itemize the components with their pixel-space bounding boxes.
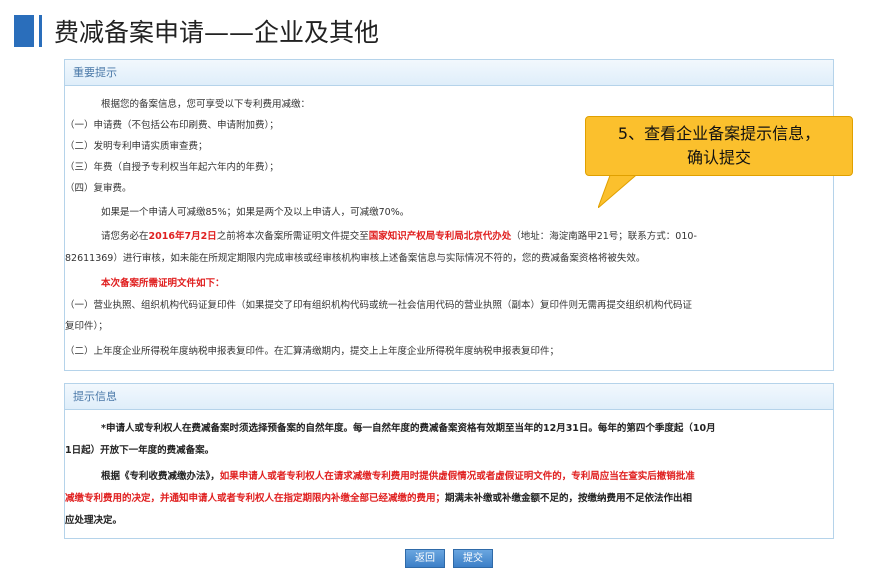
deadline-line: 请您务必在2016年7月2日之前将本次备案所需证明文件提交至国家知识产权局专利局…: [65, 228, 697, 242]
deadline-prefix: 请您务必在: [101, 231, 149, 242]
info-p2-c: 应处理决定。: [65, 515, 123, 526]
notice-line: （一）申请费（不包括公布印刷费、申请附加费）；: [65, 120, 279, 131]
deadline-date: 2016年7月2日: [148, 231, 217, 242]
deadline-suffix: （地址：海淀南路甲21号；联系方式：010-: [511, 231, 697, 242]
callout-line-1: 5、查看企业备案提示信息，: [617, 124, 821, 143]
info-p1-b: 1日起）开放下一年度的费减备案。: [65, 445, 215, 456]
info-panel-header: 提示信息: [65, 384, 833, 410]
title-accent-block: [14, 15, 34, 47]
notice-line: 如果是一个申请人可减缴85%；如果是两个及以上申请人，可减缴70%。: [101, 207, 410, 218]
info-p2-b: 减缴专利费用的决定，并通知申请人或者专利权人在指定期限内补缴全部已经减缴的费用；…: [65, 490, 692, 504]
notice-line: 根据您的备案信息，您可享受以下专利费用减缴：: [101, 99, 311, 110]
doc-item-1: （一）营业执照、组织机构代码证复印件（如果提交了印有组织机构代码或统一社会信用代…: [65, 300, 693, 311]
info-p1-a: *申请人或专利权人在费减备案时须选择预备案的自然年度。每一自然年度的费减备案资格…: [101, 423, 716, 434]
notice-panel-header: 重要提示: [65, 60, 833, 86]
info-p2-a-red: 如果申请人或者专利权人在请求减缴专利费用时提供虚假情况或者虚假证明文件的，专利局…: [219, 471, 695, 482]
deadline-office: 国家知识产权局专利局北京代办处: [368, 231, 512, 242]
notice-line: （三）年费（自授予专利权当年起六年内的年费）；: [65, 162, 279, 173]
deadline-mid: 之前将本次备案所需证明文件提交至: [216, 231, 369, 242]
doc-item-2: （二）上年度企业所得税年度纳税申报表复印件。在汇算清缴期内，提交上上年度企业所得…: [65, 346, 560, 357]
notice-line: （二）发明专利申请实质审查费；: [65, 141, 208, 152]
notice-panel: 重要提示 根据您的备案信息，您可享受以下专利费用减缴： （一）申请费（不包括公布…: [64, 59, 834, 371]
title-accent-line: [39, 15, 42, 47]
info-panel: 提示信息 *申请人或专利权人在费减备案时须选择预备案的自然年度。每一自然年度的费…: [64, 383, 834, 539]
page-title: 费减备案申请——企业及其他: [54, 18, 380, 47]
title-bar: 费减备案申请——企业及其他: [14, 12, 874, 52]
info-p2-b-black: 期满未补缴或补缴金额不足的，按缴纳费用不足依法作出相: [445, 493, 693, 504]
docs-title: 本次备案所需证明文件如下：: [101, 278, 225, 289]
doc-item-1-cont: 复印件）；: [65, 321, 108, 332]
info-p2-a-black: 根据《专利收费减缴办法》，: [101, 471, 220, 482]
deadline-line-2: 82611369）进行审核，如未能在所规定期限内完成审核或经审核机构审核上述备案…: [65, 253, 646, 264]
back-button[interactable]: 返回: [405, 549, 445, 568]
notice-line: （四）复审费。: [65, 183, 132, 194]
callout-annotation: 5、查看企业备案提示信息， 确认提交: [585, 116, 853, 176]
callout-line-2: 确认提交: [686, 148, 751, 167]
info-p2-b-red: 减缴专利费用的决定，并通知申请人或者专利权人在指定期限内补缴全部已经减缴的费用；: [65, 493, 446, 504]
info-p2-a: 根据《专利收费减缴办法》，如果申请人或者专利权人在请求减缴专利费用时提供虚假情况…: [65, 468, 695, 482]
submit-button[interactable]: 提交: [453, 549, 493, 568]
